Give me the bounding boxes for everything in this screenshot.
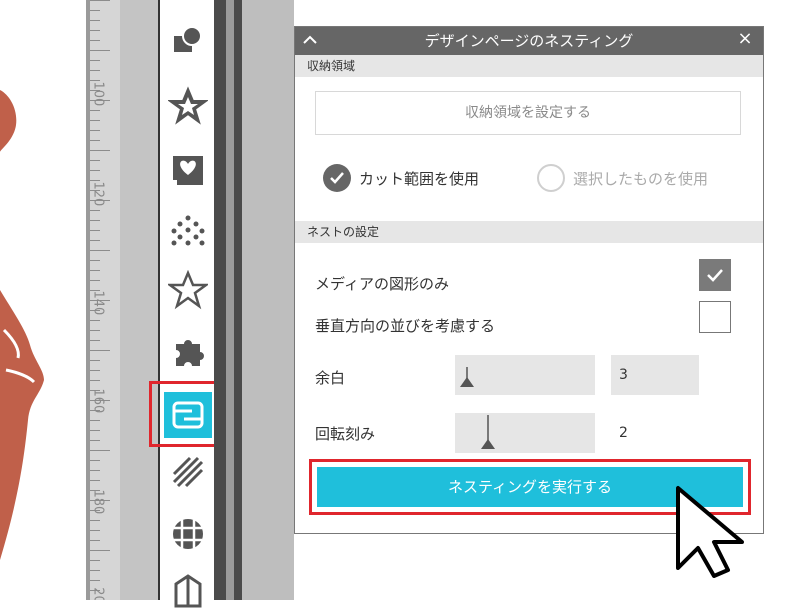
media-shape-only-label: メディアの図形のみ bbox=[315, 275, 449, 293]
ruler-tick bbox=[90, 420, 100, 421]
box-3d-icon[interactable] bbox=[166, 566, 210, 610]
vertical-alignment-label: 垂直方向の並びを考慮する bbox=[315, 317, 496, 335]
ruler-tick bbox=[90, 230, 100, 231]
ruler-tick bbox=[90, 550, 110, 551]
ruler-tick bbox=[90, 250, 110, 251]
ruler-tick bbox=[90, 280, 100, 281]
ruler-tick bbox=[90, 210, 100, 211]
nesting-tool-highlight bbox=[149, 381, 221, 447]
panel-title: デザインページのネスティング bbox=[424, 32, 634, 50]
panel-header: デザインページのネスティング × bbox=[295, 27, 763, 55]
star-shape-icon[interactable] bbox=[166, 84, 210, 128]
ruler-tick bbox=[90, 220, 100, 221]
ruler-tick bbox=[90, 30, 100, 31]
scrollbar-track[interactable] bbox=[226, 0, 234, 600]
ruler-tick bbox=[90, 150, 110, 151]
ruler-tick bbox=[90, 70, 100, 71]
ruler-label-180: 180 bbox=[90, 489, 106, 515]
tool-strip bbox=[158, 0, 218, 608]
media-shape-only-checkbox[interactable] bbox=[699, 259, 731, 291]
ruler-tick bbox=[90, 480, 100, 481]
check-icon bbox=[707, 269, 723, 282]
trace-image-icon[interactable] bbox=[166, 148, 210, 192]
ruler-tick bbox=[90, 430, 100, 431]
star-outline-icon[interactable] bbox=[166, 268, 210, 312]
ruler-tick bbox=[90, 330, 100, 331]
ruler-tick bbox=[90, 350, 110, 351]
ruler-tick bbox=[90, 450, 110, 451]
ruler-tick bbox=[90, 320, 100, 321]
nesting-panel: デザインページのネスティング × 収納領域 収納領域を設定する カット範囲を使用… bbox=[294, 26, 764, 534]
margin-value-field[interactable]: 3 bbox=[611, 355, 699, 395]
radio-checked-icon bbox=[323, 164, 351, 192]
ruler-tick bbox=[90, 580, 100, 581]
grid-icon[interactable] bbox=[166, 512, 210, 556]
design-canvas[interactable] bbox=[0, 0, 86, 600]
vertical-ruler: 100 120 140 160 180 20 bbox=[86, 0, 158, 600]
ruler-tick bbox=[90, 110, 100, 111]
workspace-background bbox=[242, 0, 294, 600]
rotation-step-slider[interactable] bbox=[455, 413, 595, 453]
radio-unchecked-icon bbox=[537, 164, 565, 192]
ruler-tick bbox=[90, 340, 100, 341]
rotation-step-label: 回転刻み bbox=[315, 425, 376, 443]
radio-use-selection[interactable]: 選択したものを使用 bbox=[537, 161, 708, 195]
ruler-tick bbox=[90, 240, 100, 241]
ruler-tick bbox=[90, 470, 100, 471]
ruler-tick bbox=[90, 530, 100, 531]
ruler-tick bbox=[90, 560, 100, 561]
ruler-tick bbox=[90, 40, 100, 41]
radio-label: カット範囲を使用 bbox=[359, 169, 480, 188]
rotation-step-value-field[interactable]: 2 bbox=[611, 413, 699, 453]
ruler-tick bbox=[90, 60, 100, 61]
radio-label: 選択したものを使用 bbox=[573, 169, 709, 188]
ruler-tick bbox=[90, 140, 100, 141]
canvas-shape bbox=[0, 90, 44, 560]
close-icon[interactable]: × bbox=[735, 28, 755, 52]
storage-area-section-label: 収納領域 bbox=[295, 55, 763, 77]
ruler-tick bbox=[90, 360, 100, 361]
ruler-label-120: 120 bbox=[90, 181, 106, 207]
slider-thumb-icon[interactable] bbox=[457, 355, 477, 395]
ruler-tick bbox=[90, 370, 100, 371]
ruler-tick bbox=[90, 460, 100, 461]
dots-pattern-icon[interactable] bbox=[166, 208, 210, 252]
ruler-label-140: 140 bbox=[90, 290, 106, 316]
ruler-label-200: 20 bbox=[90, 587, 106, 600]
ruler-tick bbox=[90, 170, 100, 171]
hatch-pattern-icon[interactable] bbox=[166, 450, 210, 494]
margin-label: 余白 bbox=[315, 369, 346, 387]
slider-thumb-icon[interactable] bbox=[478, 413, 498, 453]
ruler-tick bbox=[90, 50, 110, 51]
ruler-tick bbox=[90, 0, 110, 1]
ruler-tick bbox=[90, 380, 100, 381]
puzzle-icon[interactable] bbox=[166, 328, 210, 372]
vertical-alignment-checkbox[interactable] bbox=[699, 301, 731, 333]
ruler-tick bbox=[90, 440, 100, 441]
ruler-label-160: 160 bbox=[90, 388, 106, 414]
radio-use-cut-range[interactable]: カット範囲を使用 bbox=[323, 161, 479, 195]
ruler-tick bbox=[90, 570, 100, 571]
ruler-tick bbox=[90, 20, 100, 21]
margin-slider[interactable] bbox=[455, 355, 595, 395]
ruler-tick bbox=[90, 130, 100, 131]
ruler-tick bbox=[90, 120, 100, 121]
ruler-tick bbox=[90, 270, 100, 271]
ruler-tick bbox=[90, 10, 100, 11]
ruler-tick bbox=[90, 160, 100, 161]
set-storage-area-button[interactable]: 収納領域を設定する bbox=[315, 91, 741, 135]
ruler-tick bbox=[90, 260, 100, 261]
ruler-tick bbox=[90, 520, 100, 521]
ruler-label-100: 100 bbox=[90, 81, 106, 107]
shape-arrange-icon[interactable] bbox=[166, 18, 210, 62]
nest-settings-section-label: ネストの設定 bbox=[295, 221, 763, 243]
mouse-cursor-icon bbox=[670, 480, 770, 584]
ruler-tick bbox=[90, 540, 100, 541]
